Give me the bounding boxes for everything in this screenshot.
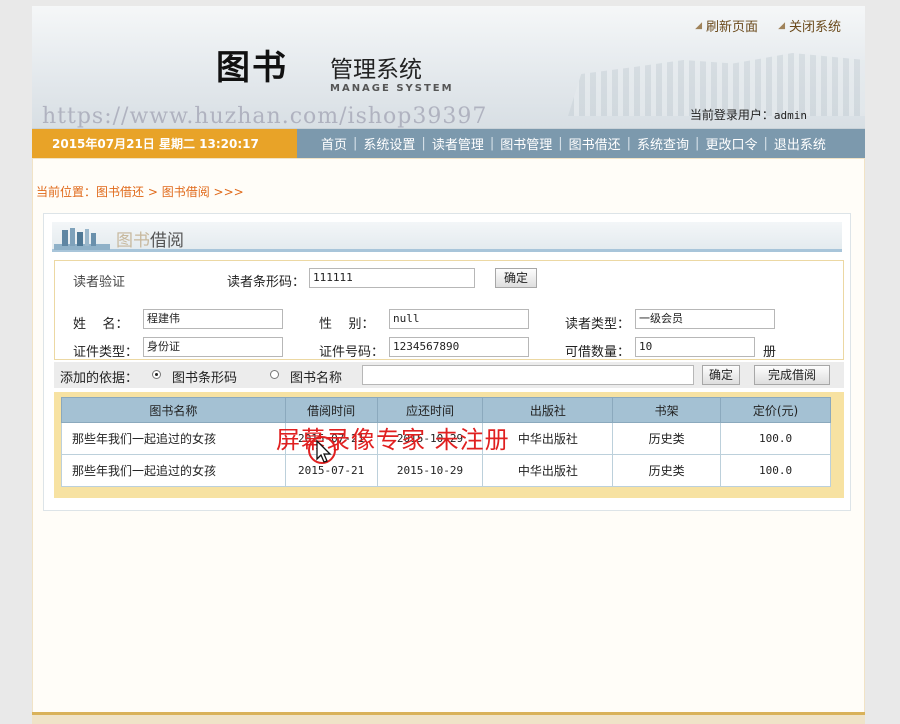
cell-shelf: 历史类: [612, 454, 722, 487]
menu-system-query[interactable]: 系统查询: [631, 134, 695, 153]
col-publisher: 出版社: [482, 397, 614, 423]
panel-title-main: 借阅: [150, 231, 184, 251]
quota-label: 可借数量：: [565, 345, 631, 360]
radio-barcode-label: 图书条形码: [172, 371, 238, 386]
panel-title-bar: 图书借阅: [52, 222, 842, 252]
table-row[interactable]: 那些年我们一起追过的女孩 2015-07-21 2015-10-29 中华出版社…: [61, 454, 831, 487]
breadcrumb-suffix: >>>: [209, 185, 244, 199]
menu-change-password[interactable]: 更改口令: [699, 134, 763, 153]
reader-barcode-input[interactable]: 111111: [309, 268, 475, 288]
breadcrumb-separator: >: [144, 185, 162, 199]
radio-book-name[interactable]: [270, 370, 279, 379]
reader-type-label: 读者类型：: [565, 317, 631, 332]
cell-price: 100.0: [720, 454, 831, 487]
reader-verification-box: 读者验证 读者条形码： 111111 确定 姓 名： 程建伟 性 别： null…: [54, 260, 844, 360]
menu-reader-management[interactable]: 读者管理: [426, 134, 490, 153]
reader-confirm-button[interactable]: 确定: [495, 268, 537, 288]
main-menu: 首页 | 系统设置 | 读者管理 | 图书管理 | 图书借还 | 系统查询 | 更改口令 | …: [315, 129, 832, 158]
cell-book-name: 那些年我们一起追过的女孩: [61, 422, 286, 455]
close-system-label: 关闭系统: [788, 20, 841, 35]
table-header-row: 图书名称 借阅时间 应还时间 出版社 书架 定价(元): [61, 397, 831, 423]
cell-shelf: 历史类: [612, 422, 722, 455]
top-links: ◢ 刷新页面 ◢ 关闭系统: [695, 16, 841, 35]
gender-label: 性 别：: [319, 317, 375, 332]
close-system-link[interactable]: ◢ 关闭系统: [778, 16, 841, 35]
cell-due-date: 2015-10-29: [376, 454, 484, 487]
reader-section-label: 读者验证: [73, 275, 126, 290]
arrow-icon: ◢: [695, 20, 703, 31]
col-due-date: 应还时间: [376, 397, 484, 423]
login-label: 当前登录用户：: [689, 108, 774, 122]
add-book-row: 添加的依据： 图书条形码 图书名称 确定 完成借阅: [54, 362, 844, 388]
breadcrumb-book-borrow[interactable]: 图书借阅: [162, 185, 210, 199]
header-banner: 图书 管理系统 MANAGE SYSTEM https://www.huzhan…: [32, 6, 865, 129]
quota-unit: 册: [763, 345, 777, 360]
col-borrow-date: 借阅时间: [284, 397, 378, 423]
col-shelf: 书架: [612, 397, 722, 423]
breadcrumb-prefix: 当前位置：: [36, 185, 97, 199]
id-type-label: 证件类型：: [73, 345, 139, 360]
logo-sub: 管理系统: [330, 57, 422, 83]
app-page: 图书 管理系统 MANAGE SYSTEM https://www.huzhan…: [32, 6, 865, 724]
panel-title-ghost: 图书: [116, 231, 150, 251]
quota-input[interactable]: 10: [635, 337, 755, 357]
name-input[interactable]: 程建伟: [143, 309, 283, 329]
bottom-strip: [32, 712, 865, 724]
books-icon: [54, 228, 110, 250]
panel-title: 图书借阅: [116, 226, 184, 251]
finish-borrow-button[interactable]: 完成借阅: [754, 365, 830, 385]
cell-publisher: 中华出版社: [482, 454, 614, 487]
id-number-label: 证件号码：: [319, 345, 385, 360]
add-basis-label: 添加的依据：: [60, 371, 139, 386]
cell-book-name: 那些年我们一起追过的女孩: [61, 454, 286, 487]
id-number-input[interactable]: 1234567890: [389, 337, 529, 357]
arrow-icon: ◢: [778, 20, 785, 31]
login-info: 当前登录用户：admin: [690, 106, 807, 123]
datetime-display: 2015年07月21日 星期二 13:20:17: [32, 129, 297, 158]
radio-book-name-label: 图书名称: [290, 371, 343, 386]
breadcrumb-borrow-return[interactable]: 图书借还: [96, 185, 144, 199]
menu-exit-system[interactable]: 退出系统: [768, 134, 832, 153]
menu-home[interactable]: 首页: [315, 134, 353, 153]
nav-bar: 2015年07月21日 星期二 13:20:17 首页 | 系统设置 | 读者管理 |…: [32, 129, 865, 158]
book-search-input[interactable]: [362, 365, 694, 385]
refresh-page-link[interactable]: ◢ 刷新页面: [695, 16, 758, 35]
borrow-panel: 图书借阅 读者验证 读者条形码： 111111 确定 姓 名： 程建伟 性 别：…: [43, 213, 851, 511]
menu-system-settings[interactable]: 系统设置: [357, 134, 421, 153]
reader-barcode-label: 读者条形码：: [227, 275, 306, 290]
mouse-cursor-icon: [308, 436, 336, 464]
id-type-input[interactable]: 身份证: [143, 337, 283, 357]
col-book-name: 图书名称: [61, 397, 286, 423]
refresh-page-label: 刷新页面: [706, 20, 759, 35]
cell-price: 100.0: [720, 422, 831, 455]
menu-book-management[interactable]: 图书管理: [494, 134, 558, 153]
reader-type-input[interactable]: 一级会员: [635, 309, 775, 329]
logo-main: 图书: [216, 48, 288, 88]
col-price: 定价(元): [720, 397, 831, 423]
login-user: admin: [773, 109, 807, 122]
add-confirm-button[interactable]: 确定: [702, 365, 740, 385]
radio-barcode[interactable]: [152, 370, 161, 379]
url-watermark: https://www.huzhan.com/ishop39397: [42, 104, 488, 129]
logo-english: MANAGE SYSTEM: [330, 83, 454, 94]
menu-borrow-return[interactable]: 图书借还: [563, 134, 627, 153]
gender-input[interactable]: null: [389, 309, 529, 329]
breadcrumb: 当前位置：图书借还 > 图书借阅 >>>: [36, 183, 244, 200]
name-label: 姓 名：: [73, 317, 129, 332]
